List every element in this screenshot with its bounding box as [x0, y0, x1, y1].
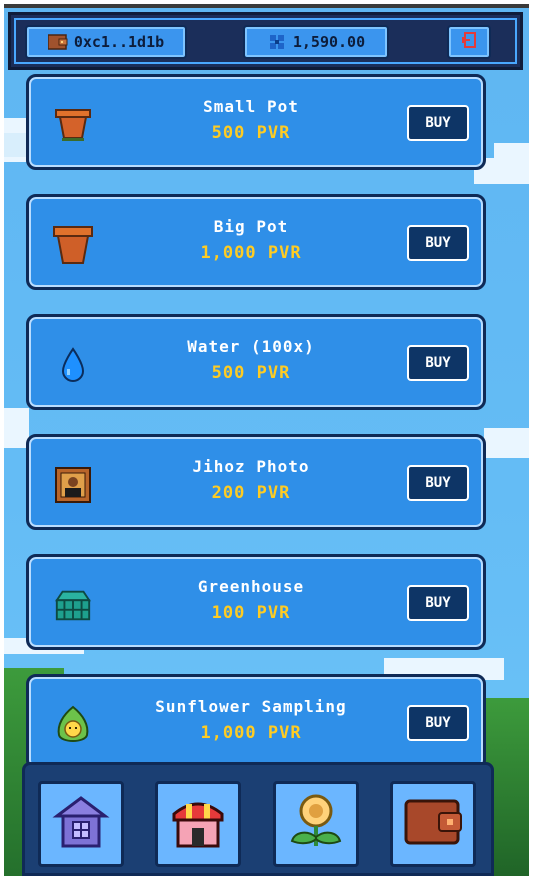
- shop-item-card: Big Pot 1,000 PVR BUY: [26, 194, 486, 290]
- buy-button[interactable]: BUY: [407, 225, 469, 261]
- wallet-icon: [403, 797, 463, 851]
- item-price: 500 PVR: [211, 123, 291, 143]
- sunflower-icon: [286, 793, 346, 855]
- item-price: 1,000 PVR: [200, 243, 302, 263]
- big-pot-icon: [53, 225, 93, 265]
- item-name: Water (100x): [187, 337, 315, 356]
- shop-item-card: Sunflower Sampling 1,000 PVR BUY: [26, 674, 486, 770]
- shop-icon: [168, 794, 228, 854]
- item-name: Jihoz Photo: [192, 457, 310, 476]
- buy-button[interactable]: BUY: [407, 105, 469, 141]
- balance-display: 1,590.00: [243, 25, 389, 59]
- water-drop-icon: [53, 345, 93, 385]
- greenhouse-icon: [53, 585, 93, 625]
- shop-item-card: Jihoz Photo 200 PVR BUY: [26, 434, 486, 530]
- nav-wallet-button[interactable]: [390, 781, 476, 867]
- house-icon: [51, 794, 111, 854]
- buy-button[interactable]: BUY: [407, 585, 469, 621]
- cloud: [494, 143, 529, 161]
- shop-item-card: Small Pot 500 PVR BUY: [26, 74, 486, 170]
- item-price: 500 PVR: [211, 363, 291, 383]
- item-name: Greenhouse: [197, 577, 305, 596]
- item-name: Small Pot: [203, 97, 299, 116]
- item-price: 200 PVR: [211, 483, 291, 503]
- balance-value: 1,590.00: [292, 33, 366, 51]
- item-name: Big Pot: [213, 217, 289, 236]
- wallet-icon: [47, 34, 68, 50]
- item-price: 1,000 PVR: [200, 723, 302, 743]
- framed-photo-icon: [53, 465, 93, 505]
- logout-icon: [461, 32, 477, 52]
- sprout-icon: [53, 705, 93, 745]
- top-bar: 0xc1..1d1b 1,590.00: [8, 12, 523, 70]
- nav-home-button[interactable]: [38, 781, 124, 867]
- shop-item-card: Greenhouse 100 PVR BUY: [26, 554, 486, 650]
- buy-button[interactable]: BUY: [407, 345, 469, 381]
- buy-button[interactable]: BUY: [407, 465, 469, 501]
- logout-button[interactable]: [447, 25, 491, 59]
- buy-button[interactable]: BUY: [407, 705, 469, 741]
- nav-shop-button[interactable]: [155, 781, 241, 867]
- bottom-nav: [22, 762, 494, 876]
- item-name: Sunflower Sampling: [155, 697, 347, 716]
- small-pot-icon: [53, 105, 93, 145]
- nav-garden-button[interactable]: [273, 781, 359, 867]
- cloud: [484, 428, 529, 458]
- wallet-address-button[interactable]: 0xc1..1d1b: [25, 25, 187, 59]
- shop-item-card: Water (100x) 500 PVR BUY: [26, 314, 486, 410]
- item-price: 100 PVR: [211, 603, 291, 623]
- clover-icon: [267, 32, 287, 52]
- wallet-address: 0xc1..1d1b: [73, 33, 165, 51]
